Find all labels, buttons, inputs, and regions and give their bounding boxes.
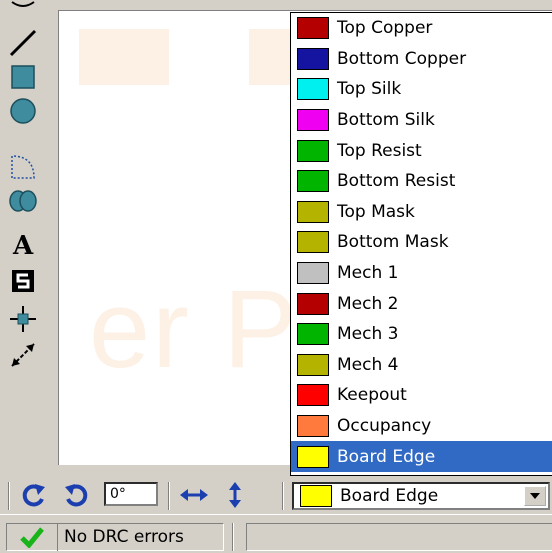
layer-option-label: Bottom Copper — [337, 48, 467, 69]
status-separator — [232, 523, 234, 551]
layer-color-swatch — [297, 415, 329, 438]
flip-horizontal-icon[interactable] — [178, 482, 210, 508]
layer-option-label: Mech 1 — [337, 263, 399, 284]
dimension-tool-icon[interactable] — [6, 340, 40, 370]
rotation-angle-input[interactable]: 0° — [104, 482, 158, 506]
layer-color-swatch — [297, 139, 329, 162]
flip-vertical-icon[interactable] — [222, 480, 248, 510]
layer-color-swatch — [297, 109, 329, 132]
layer-color-swatch — [297, 47, 329, 70]
layer-select-value: Board Edge — [340, 486, 439, 506]
layer-option-label: Top Silk — [337, 79, 402, 100]
layer-option[interactable]: Board Edge — [291, 441, 552, 472]
layer-option[interactable]: Mech 2 — [291, 288, 552, 319]
layer-option-label: Mech 4 — [337, 354, 399, 375]
layer-option-label: Bottom Resist — [337, 171, 456, 192]
rectangle-tool-icon[interactable] — [6, 62, 40, 92]
line-tool-icon[interactable] — [6, 28, 40, 58]
drawing-toolbar: A — [0, 0, 50, 476]
layer-option[interactable]: Mech 3 — [291, 319, 552, 350]
layer-option-label: Mech 2 — [337, 293, 399, 314]
layer-option[interactable]: Top Silk — [291, 74, 552, 105]
layer-color-swatch — [297, 292, 329, 315]
layer-color-swatch — [300, 485, 332, 507]
layer-option-label: Mech 3 — [337, 324, 399, 345]
status-bar: No DRC errors — [0, 514, 552, 553]
layer-dropdown-list[interactable]: Top Copper Bottom Copper Top Silk Bottom Si… — [290, 12, 552, 476]
layer-option-label: Board Edge — [337, 446, 436, 467]
toolbar-separator — [282, 482, 284, 510]
layer-option[interactable]: Mech 1 — [291, 258, 552, 289]
status-panel-secondary — [246, 523, 552, 551]
layer-color-swatch — [297, 445, 329, 468]
layer-option[interactable]: Top Resist — [291, 135, 552, 166]
circle-tool-icon[interactable] — [6, 96, 40, 126]
drc-status-text: No DRC errors — [64, 527, 184, 547]
svg-text:A: A — [12, 231, 34, 258]
origin-tool-icon[interactable] — [6, 304, 40, 334]
layer-option[interactable]: Mech 4 — [291, 350, 552, 381]
layer-option[interactable]: Bottom Mask — [291, 227, 552, 258]
pad-tool-icon[interactable] — [6, 186, 40, 216]
layer-option-label: Occupancy — [337, 416, 432, 437]
layer-option[interactable]: Top Mask — [291, 197, 552, 228]
layer-color-swatch — [297, 231, 329, 254]
rotate-clockwise-icon[interactable] — [20, 481, 48, 509]
layer-option-label: Bottom Mask — [337, 232, 449, 253]
arc-tool-icon[interactable] — [6, 152, 40, 182]
partial-tool-icon[interactable] — [6, 0, 40, 10]
layer-color-swatch — [297, 262, 329, 285]
layer-color-swatch — [297, 353, 329, 376]
drc-status-panel: No DRC errors — [6, 523, 224, 551]
layer-option[interactable]: Bottom Silk — [291, 105, 552, 136]
layer-option[interactable]: Keepout — [291, 380, 552, 411]
layer-color-swatch — [297, 17, 329, 40]
toolbar-separator — [8, 482, 10, 510]
layer-color-swatch — [297, 170, 329, 193]
layer-option-label: Keepout — [337, 385, 407, 406]
layer-option-label: Top Copper — [337, 18, 433, 39]
layer-option-label: Bottom Silk — [337, 110, 435, 131]
watermark-block — [79, 29, 169, 85]
panel-divider — [57, 523, 58, 551]
text-tool-icon[interactable]: A — [6, 228, 40, 258]
layer-select[interactable]: Board Edge — [292, 482, 550, 510]
symbol-tool-icon[interactable] — [6, 266, 40, 296]
layer-color-swatch — [297, 384, 329, 407]
layer-color-swatch — [297, 78, 329, 101]
layer-color-swatch — [297, 200, 329, 223]
rotate-counterclockwise-icon[interactable] — [62, 481, 90, 509]
layer-option[interactable]: Occupancy — [291, 411, 552, 442]
layer-option[interactable]: Bottom Resist — [291, 166, 552, 197]
layer-color-swatch — [297, 323, 329, 346]
layer-option-label: Top Mask — [337, 201, 415, 222]
layer-option[interactable]: Top Copper — [291, 13, 552, 44]
checkmark-icon — [7, 523, 57, 551]
layer-option-label: Top Resist — [337, 140, 422, 161]
bottom-toolbar: 0° Board Edge — [0, 476, 552, 514]
toolbar-separator — [168, 482, 170, 510]
layer-option[interactable]: Bottom Copper — [291, 44, 552, 75]
chevron-down-icon[interactable] — [524, 486, 546, 506]
